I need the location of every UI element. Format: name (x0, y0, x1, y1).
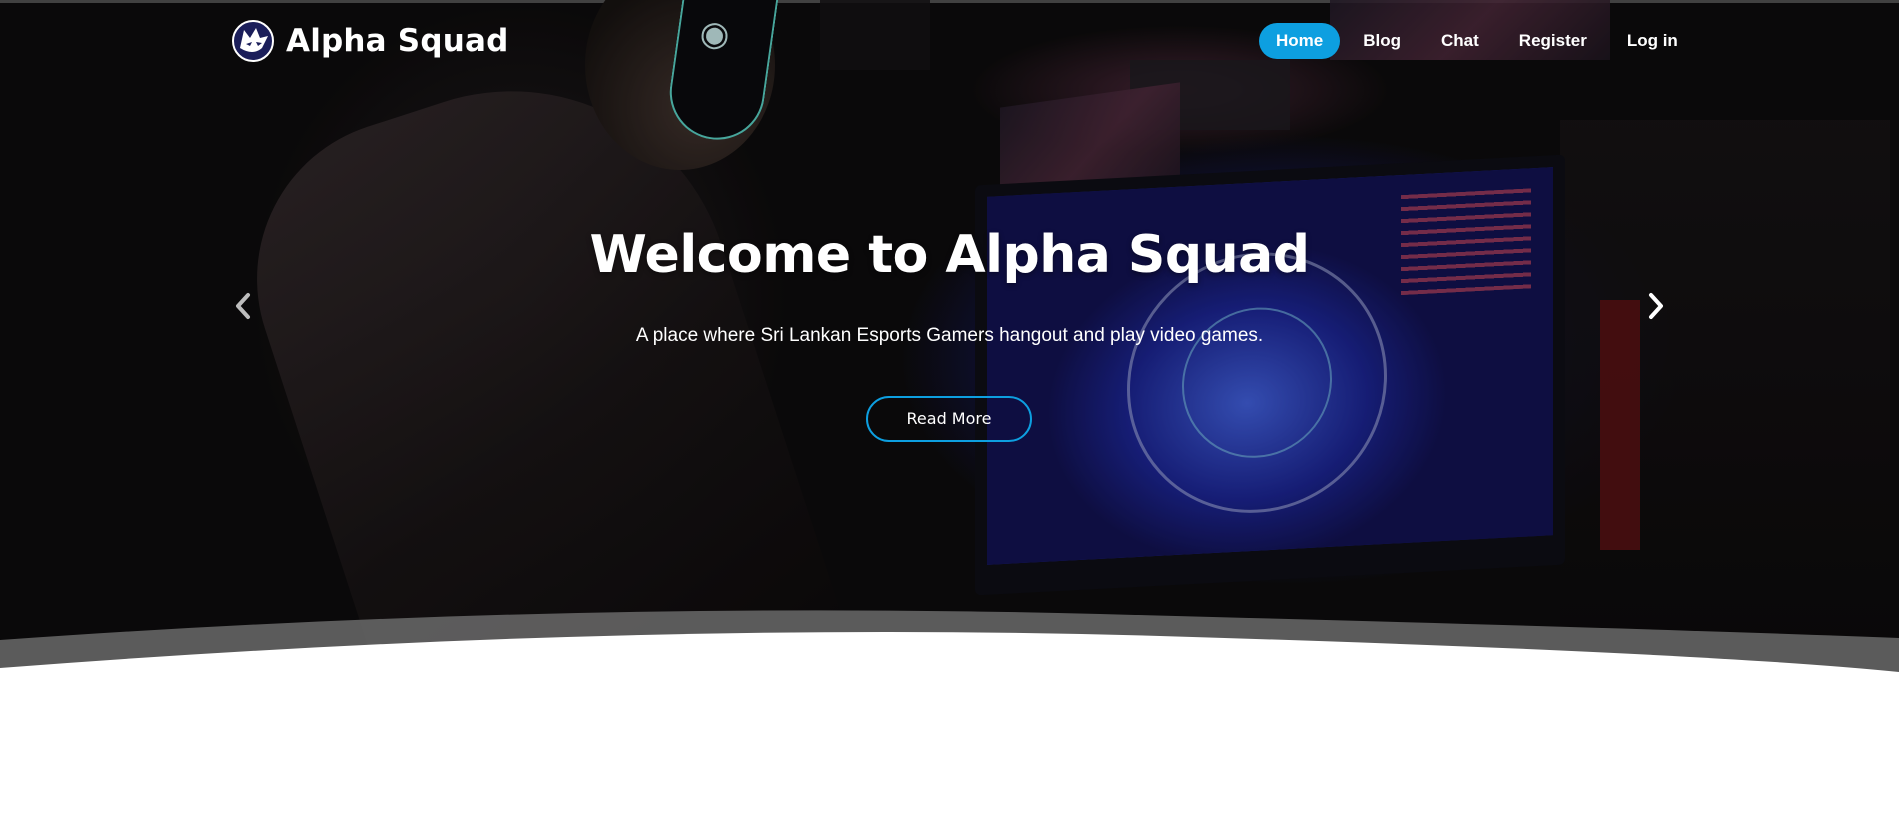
nav-item-login[interactable]: Log in (1610, 23, 1695, 59)
hero-carousel: ◉ Alpha Squad Home Blog Chat Register Lo… (0, 0, 1899, 680)
brand[interactable]: Alpha Squad (230, 18, 509, 64)
hero-subtitle: A place where Sri Lankan Esports Gamers … (635, 325, 1264, 346)
brand-name: Alpha Squad (286, 23, 509, 59)
hero-title: Welcome to Alpha Squad (589, 225, 1310, 285)
nav-item-home[interactable]: Home (1259, 23, 1341, 59)
carousel-next-button[interactable] (1636, 286, 1676, 326)
carousel-prev-button[interactable] (223, 286, 263, 326)
chevron-left-icon (236, 293, 250, 319)
main-nav: Home Blog Chat Register Log in (1259, 23, 1701, 59)
wolf-logo-icon (232, 20, 274, 62)
hero-wave-divider (0, 610, 1899, 690)
nav-item-chat[interactable]: Chat (1424, 23, 1496, 59)
chevron-right-icon (1649, 293, 1663, 319)
nav-item-blog[interactable]: Blog (1346, 23, 1418, 59)
read-more-button[interactable]: Read More (866, 396, 1032, 442)
nav-item-register[interactable]: Register (1502, 23, 1604, 59)
